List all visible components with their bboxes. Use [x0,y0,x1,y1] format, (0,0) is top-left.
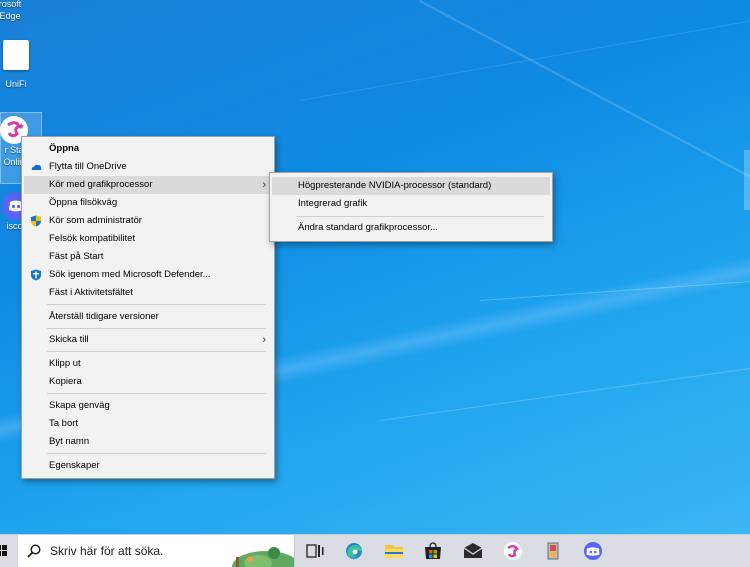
desktop-icon-label: rosoft [0,0,22,9]
taskbar: Skriv här för att söka. [0,534,750,567]
menu-separator [47,453,266,454]
menu-item-pin-to-taskbar[interactable]: Fäst i Aktivitetsfältet [24,284,272,302]
menu-item-delete[interactable]: Ta bort [24,415,272,433]
menu-item-label: Högpresterande NVIDIA-processor (standar… [298,180,492,191]
search-highlight-illustration [232,547,294,567]
menu-item-label: Skicka till [49,334,89,345]
menu-item-label: Klipp ut [49,358,81,369]
menu-item-troubleshoot-compatibility[interactable]: Felsök kompatibilitet [24,230,272,248]
svg-text:★: ★ [18,122,24,130]
menu-item-properties[interactable]: Egenskaper [24,457,272,475]
menu-item-create-shortcut[interactable]: Skapa genväg [24,397,272,415]
menu-item-copy[interactable]: Kopiera [24,373,272,391]
menu-separator [47,351,266,352]
menu-item-label: Egenskaper [49,460,100,471]
menu-item-label: Fäst på Start [49,251,104,262]
menu-item-label: Skapa genväg [49,400,110,411]
submenu-item-nvidia[interactable]: Högpresterande NVIDIA-processor (standar… [272,177,550,195]
chevron-right-icon: › [262,334,266,346]
menu-item-label: Sök igenom med Microsoft Defender... [49,269,211,280]
desktop-icon-unifi[interactable]: UniFi [0,40,38,90]
menu-item-restore-previous-versions[interactable]: Återställ tidigare versioner [24,308,272,326]
file-icon [3,40,29,70]
menu-item-cut[interactable]: Klipp ut [24,355,272,373]
menu-separator [47,304,266,305]
menu-item-label: Flytta till OneDrive [49,161,127,172]
menu-item-run-as-admin[interactable]: Kör som administratör [24,212,272,230]
discord-icon[interactable] [582,541,604,561]
menu-item-label: Ändra standard grafikprocessor... [298,222,438,233]
desktop-icon-label: Edge [0,11,21,21]
uac-shield-icon [31,215,41,227]
menu-item-label: Återställ tidigare versioner [49,311,159,322]
defender-icon [31,269,41,281]
star-stable-icon[interactable] [502,541,524,561]
menu-item-run-with-gpu[interactable]: Kör med grafikprocessor › [24,176,272,194]
mail-icon[interactable] [462,541,484,561]
menu-item-move-to-onedrive[interactable]: Flytta till OneDrive [24,158,272,176]
menu-item-rename[interactable]: Byt namn [24,433,272,451]
windows-start-icon[interactable] [0,545,8,557]
light-beam [380,364,750,421]
menu-item-scan-with-defender[interactable]: Sök igenom med Microsoft Defender... [24,266,272,284]
menu-item-label: Öppna [49,143,80,154]
menu-item-oppna[interactable]: Öppna [24,140,272,158]
menu-item-label: Byt namn [49,436,90,447]
chevron-right-icon: › [262,179,266,191]
search-placeholder: Skriv här för att söka. [50,544,164,558]
task-view-icon[interactable] [304,541,326,561]
context-menu: Öppna Flytta till OneDrive Kör med grafi… [21,136,275,479]
menu-separator [296,216,544,217]
gpu-submenu: Högpresterande NVIDIA-processor (standar… [269,172,553,242]
menu-item-label: Kopiera [49,376,82,387]
menu-item-label: Öppna filsökväg [49,197,118,208]
desktop-icon-label: UniFi [5,79,27,89]
menu-item-label: Felsök kompatibilitet [49,233,136,244]
menu-item-label: Ta bort [49,418,79,429]
app-icon[interactable] [542,541,564,561]
onedrive-icon [31,164,42,170]
search-icon [27,544,41,558]
submenu-item-integrated[interactable]: Integrerad grafik [272,195,550,213]
menu-item-label: Kör som administratör [49,215,142,226]
store-icon[interactable] [422,541,444,561]
window-edge [744,150,750,210]
menu-item-label: Fäst i Aktivitetsfältet [49,287,133,298]
menu-item-label: Integrerad grafik [298,198,368,209]
edge-icon[interactable] [343,541,365,561]
menu-item-open-file-location[interactable]: Öppna filsökväg [24,194,272,212]
submenu-item-change-default[interactable]: Ändra standard grafikprocessor... [272,219,550,237]
menu-separator [47,393,266,394]
taskbar-search-box[interactable]: Skriv här för att söka. [18,535,295,567]
menu-item-pin-to-start[interactable]: Fäst på Start [24,248,272,266]
light-beam [480,279,750,301]
menu-item-label: Kör med grafikprocessor [49,179,153,190]
file-explorer-icon[interactable] [383,541,405,561]
desktop-icon-edge[interactable]: rosoft Edge [0,0,32,22]
menu-item-send-to[interactable]: Skicka till › [24,331,272,349]
menu-separator [47,328,266,329]
